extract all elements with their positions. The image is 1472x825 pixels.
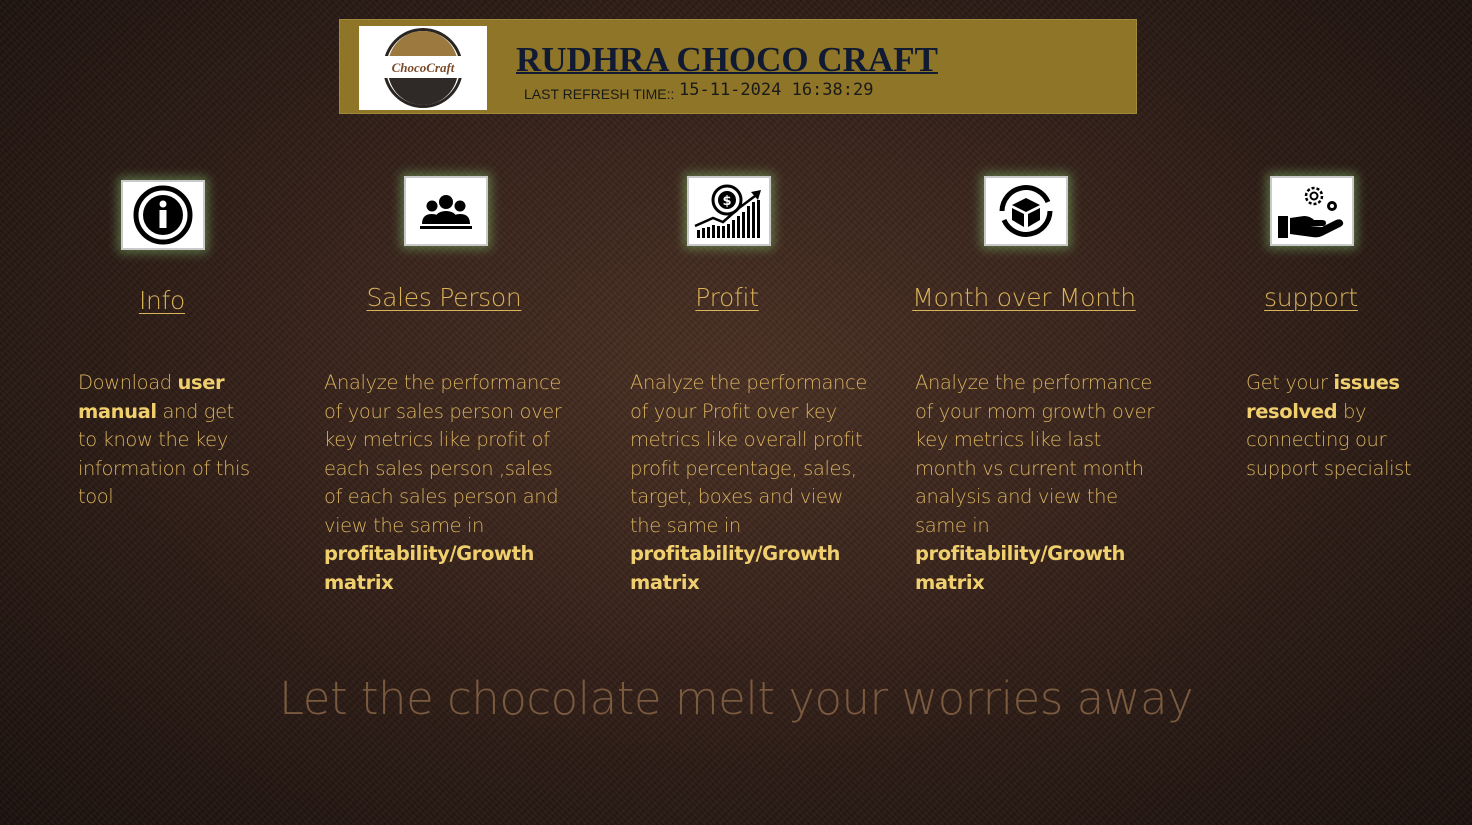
month-over-month-link[interactable]: Month over Month: [912, 283, 1136, 312]
sales-person-tile-button[interactable]: [404, 176, 488, 246]
desc-text: Analyze the performance of your sales pe…: [324, 371, 562, 537]
desc-text: Analyze the performance of your mom grow…: [915, 371, 1154, 537]
support-tile-button[interactable]: [1270, 176, 1354, 246]
matrix-highlight: profitability/Growth matrix: [915, 542, 1126, 594]
matrix-highlight: profitability/Growth matrix: [324, 542, 535, 594]
header-banner: ChocoCraft RUDHRA CHOCO CRAFT LAST REFRE…: [339, 19, 1137, 114]
info-link[interactable]: Info: [139, 286, 185, 315]
support-description: Get your issues resolved by connecting o…: [1246, 369, 1416, 483]
profit-description: Analyze the performance of your Profit o…: [630, 369, 875, 597]
desc-text: Analyze the performance of your Profit o…: [630, 371, 867, 537]
month-over-month-tile-button[interactable]: [984, 176, 1068, 246]
profit-tile-button[interactable]: $: [687, 176, 771, 246]
sales-person-link[interactable]: Sales Person: [367, 283, 522, 312]
tagline: Let the chocolate melt your worries away: [279, 672, 1194, 725]
team-icon: [420, 195, 472, 229]
info-icon: [133, 185, 193, 245]
sales-person-description: Analyze the performance of your sales pe…: [324, 369, 574, 597]
desc-text: Download: [78, 371, 178, 394]
matrix-highlight: profitability/Growth matrix: [630, 542, 841, 594]
chococraft-logo: ChocoCraft: [359, 26, 487, 110]
profit-chart-icon: $: [694, 184, 761, 238]
last-refresh-label: LAST REFRESH TIME::: [524, 86, 675, 102]
info-tile-button[interactable]: [121, 180, 205, 250]
box-cycle-icon: [999, 185, 1053, 237]
support-hand-gears-icon: [1278, 186, 1344, 238]
logo-wordmark: ChocoCraft: [392, 60, 455, 75]
last-refresh-value: 15-11-2024 16:38:29: [679, 80, 874, 100]
support-link[interactable]: support: [1264, 283, 1358, 312]
month-over-month-description: Analyze the performance of your mom grow…: [915, 369, 1160, 597]
desc-text: Get your: [1246, 371, 1334, 394]
info-description: Download user manual and get to know the…: [78, 369, 253, 512]
svg-text:$: $: [722, 194, 731, 209]
profit-link[interactable]: Profit: [695, 283, 759, 312]
brand-title: RUDHRA CHOCO CRAFT: [516, 40, 938, 79]
